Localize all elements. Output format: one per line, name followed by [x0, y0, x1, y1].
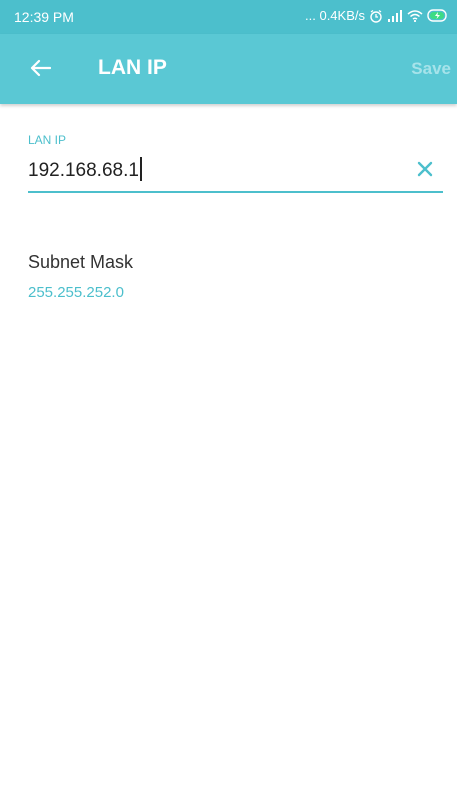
status-bar: 12:39 PM ... 0.4KB/s	[0, 0, 457, 34]
save-button[interactable]: Save	[411, 59, 451, 79]
status-icons: ... 0.4KB/s	[305, 8, 449, 23]
close-icon	[415, 161, 435, 183]
lan-ip-value: 192.168.68.1	[28, 160, 139, 181]
wifi-icon	[407, 9, 423, 22]
alarm-icon	[369, 9, 383, 23]
clear-button[interactable]	[415, 159, 435, 179]
subnet-mask-label: Subnet Mask	[28, 252, 134, 272]
lan-ip-input[interactable]: 192.168.68.1	[28, 157, 142, 184]
back-arrow-icon	[29, 59, 52, 82]
lan-ip-field[interactable]: 192.168.68.1	[28, 155, 443, 193]
back-button[interactable]	[24, 54, 56, 86]
signal-icon	[387, 9, 403, 22]
network-speed: ... 0.4KB/s	[305, 8, 365, 23]
lan-ip-screen: 12:39 PM ... 0.4KB/s LAN IP Save LAN IP …	[0, 0, 457, 806]
lan-ip-label: LAN IP	[28, 133, 67, 147]
subnet-mask-value: 255.255.252.0	[28, 284, 124, 301]
toolbar: LAN IP Save	[0, 34, 457, 104]
page-title: LAN IP	[98, 56, 167, 79]
status-time: 12:39 PM	[14, 9, 74, 25]
text-cursor	[139, 157, 142, 181]
battery-charging-icon	[427, 9, 449, 22]
